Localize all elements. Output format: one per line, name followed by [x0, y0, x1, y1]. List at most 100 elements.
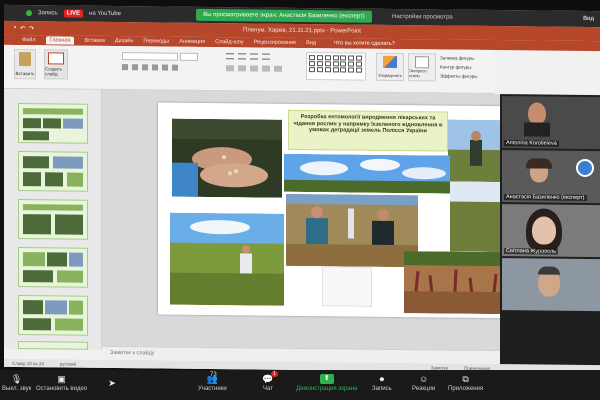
- participant-tile[interactable]: Світлана Журавель: [502, 204, 600, 258]
- record-icon: ⏺: [379, 374, 385, 384]
- participants-label: Участники: [198, 386, 227, 392]
- slide-thumbnail[interactable]: [18, 103, 88, 144]
- chat-button[interactable]: 💬 1 Чат: [262, 371, 278, 392]
- participants-button[interactable]: 👥 73 Участники: [198, 372, 227, 392]
- record-label: Запись: [372, 386, 392, 392]
- slide-photo-sky-field: [284, 153, 450, 194]
- shadow-icon[interactable]: [162, 64, 168, 71]
- tell-me-search[interactable]: Что вы хотите сделать?: [334, 40, 395, 47]
- line-spacing-icon[interactable]: [262, 53, 270, 60]
- apps-icon: ⧉: [462, 374, 469, 384]
- arrange-button[interactable]: Упорядочить: [376, 52, 404, 82]
- indent-icon[interactable]: [250, 53, 258, 60]
- tab-review[interactable]: Рецензирование: [254, 39, 296, 45]
- view-button[interactable]: Вид: [583, 16, 594, 22]
- align-center-icon[interactable]: [238, 65, 246, 72]
- mouse-cursor-icon: ➤: [108, 378, 116, 388]
- document-title: Пленум, Харків, 21.11.21.pptx - PowerPoi…: [243, 27, 361, 35]
- shape-outline-button[interactable]: Контур фигуры: [440, 62, 478, 71]
- bold-icon[interactable]: [122, 64, 128, 71]
- slide-photo-grass-strip: [450, 181, 504, 253]
- live-badge: LIVE: [63, 9, 84, 18]
- screen-share-banner-text: Вы просматриваете экран: Анастасія Базил…: [203, 11, 365, 20]
- tab-animations[interactable]: Анимация: [179, 39, 205, 45]
- current-slide[interactable]: Розробка ентомології виродження лікарськ…: [158, 102, 504, 319]
- tab-transitions[interactable]: Переходы: [143, 38, 169, 44]
- paste-label: Вставить: [15, 70, 35, 77]
- photo-of-monitor: Запись LIVE на YouTube Вы просматриваете…: [0, 0, 600, 400]
- slide-counter: Слайд 10 из 24: [12, 360, 44, 366]
- chat-badge: 1: [271, 371, 278, 377]
- slide-photo-seeds: [172, 118, 282, 198]
- tab-file[interactable]: Файл: [22, 37, 36, 43]
- slide-title[interactable]: Розробка ентомології виродження лікарськ…: [288, 109, 448, 152]
- italic-icon[interactable]: [132, 64, 138, 71]
- participant-name: Світлана Журавель: [504, 248, 559, 255]
- font-name-select[interactable]: [122, 52, 178, 61]
- tab-design[interactable]: Дизайн: [115, 38, 134, 44]
- columns-icon[interactable]: [274, 65, 282, 72]
- university-logo-icon: [576, 158, 594, 178]
- reactions-button[interactable]: ☺ Реакции: [412, 374, 435, 392]
- paragraph-group: [226, 53, 270, 60]
- slide-thumbnail[interactable]: [18, 341, 88, 350]
- participant-video: [528, 102, 546, 125]
- participant-tile[interactable]: Antonina Korotieieva: [502, 96, 600, 150]
- new-slide-button[interactable]: Создать слайд: [44, 49, 68, 80]
- video-camera-icon: ▣: [57, 374, 66, 384]
- slide-photo-man-field: [448, 119, 504, 183]
- slide-thumbnail-current[interactable]: [18, 295, 88, 336]
- underline-icon[interactable]: [142, 64, 148, 71]
- view-preferences-button[interactable]: Настройки просмотра: [392, 14, 453, 21]
- participant-name: Анастасія Базиленко (експерт): [504, 194, 587, 201]
- participant-tile[interactable]: Анастасія Базиленко (експерт): [502, 150, 600, 204]
- screen: Запись LIVE на YouTube Вы просматриваете…: [4, 4, 600, 374]
- strikethrough-icon[interactable]: [152, 64, 158, 71]
- stop-video-button[interactable]: ▣ Остановить видео: [36, 374, 87, 392]
- slide-thumbnails-pane: [4, 88, 102, 350]
- slide-photo-researchers: [286, 193, 418, 268]
- participant-tile[interactable]: [502, 258, 600, 312]
- reactions-icon: ☺: [418, 374, 429, 384]
- mute-button[interactable]: 🎙 Выкл. звук: [2, 374, 31, 392]
- new-slide-label: Создать слайд: [45, 66, 63, 77]
- tab-home[interactable]: Главная: [45, 36, 75, 45]
- shape-fill-button[interactable]: Заливка фигуры: [440, 53, 478, 62]
- tab-slideshow[interactable]: Слайд-шоу: [215, 39, 244, 45]
- shapes-gallery[interactable]: [306, 52, 366, 81]
- stream-label: Запись: [38, 10, 58, 17]
- font-format-group: [122, 64, 178, 71]
- slide-editor: Розробка ентомології виродження лікарськ…: [102, 89, 504, 351]
- zoom-toolbar: 🎙 Выкл. звук ▣ Остановить видео ➤ 👥 73 У…: [0, 370, 600, 400]
- justify-icon[interactable]: [262, 65, 270, 72]
- screen-share-banner: Вы просматриваете экран: Анастасія Базил…: [196, 8, 372, 23]
- record-indicator-icon: [26, 10, 32, 17]
- share-screen-button[interactable]: ⬆ Демонстрация экрана: [296, 374, 357, 392]
- slide-empty-frame: [322, 266, 372, 307]
- font-color-icon[interactable]: [172, 64, 178, 71]
- save-icon[interactable]: ▪: [14, 24, 16, 31]
- apps-button[interactable]: ⧉ Приложения: [448, 374, 483, 392]
- shape-format-list: Заливка фигуры Контур фигуры Эффекты фиг…: [440, 53, 478, 80]
- align-left-icon[interactable]: [226, 65, 234, 72]
- font-size-select[interactable]: [180, 52, 198, 61]
- undo-icon[interactable]: ↶: [20, 25, 25, 32]
- numbering-icon[interactable]: [238, 53, 246, 60]
- tab-view[interactable]: Вид: [306, 40, 316, 46]
- stop-video-label: Остановить видео: [36, 386, 88, 392]
- arrange-label: Упорядочить: [378, 72, 402, 79]
- slide-thumbnail[interactable]: [18, 199, 88, 240]
- tab-insert[interactable]: Вставка: [84, 38, 104, 44]
- participants-panel: Antonina Korotieieva Анастасія Базиленко…: [500, 94, 600, 366]
- chat-label: Чат: [263, 386, 273, 392]
- align-right-icon[interactable]: [250, 65, 258, 72]
- slide-photo-man-grass: [170, 212, 284, 306]
- bullets-icon[interactable]: [226, 53, 234, 60]
- record-button[interactable]: ⏺ Запись: [372, 374, 392, 392]
- slide-thumbnail[interactable]: [18, 247, 88, 288]
- shape-effects-button[interactable]: Эффекты фигуры: [440, 71, 478, 80]
- paste-button[interactable]: Вставить: [14, 48, 36, 80]
- redo-icon[interactable]: ↷: [29, 25, 34, 32]
- slide-thumbnail[interactable]: [18, 151, 88, 192]
- quick-styles-button[interactable]: Экспресс-стили: [408, 53, 436, 82]
